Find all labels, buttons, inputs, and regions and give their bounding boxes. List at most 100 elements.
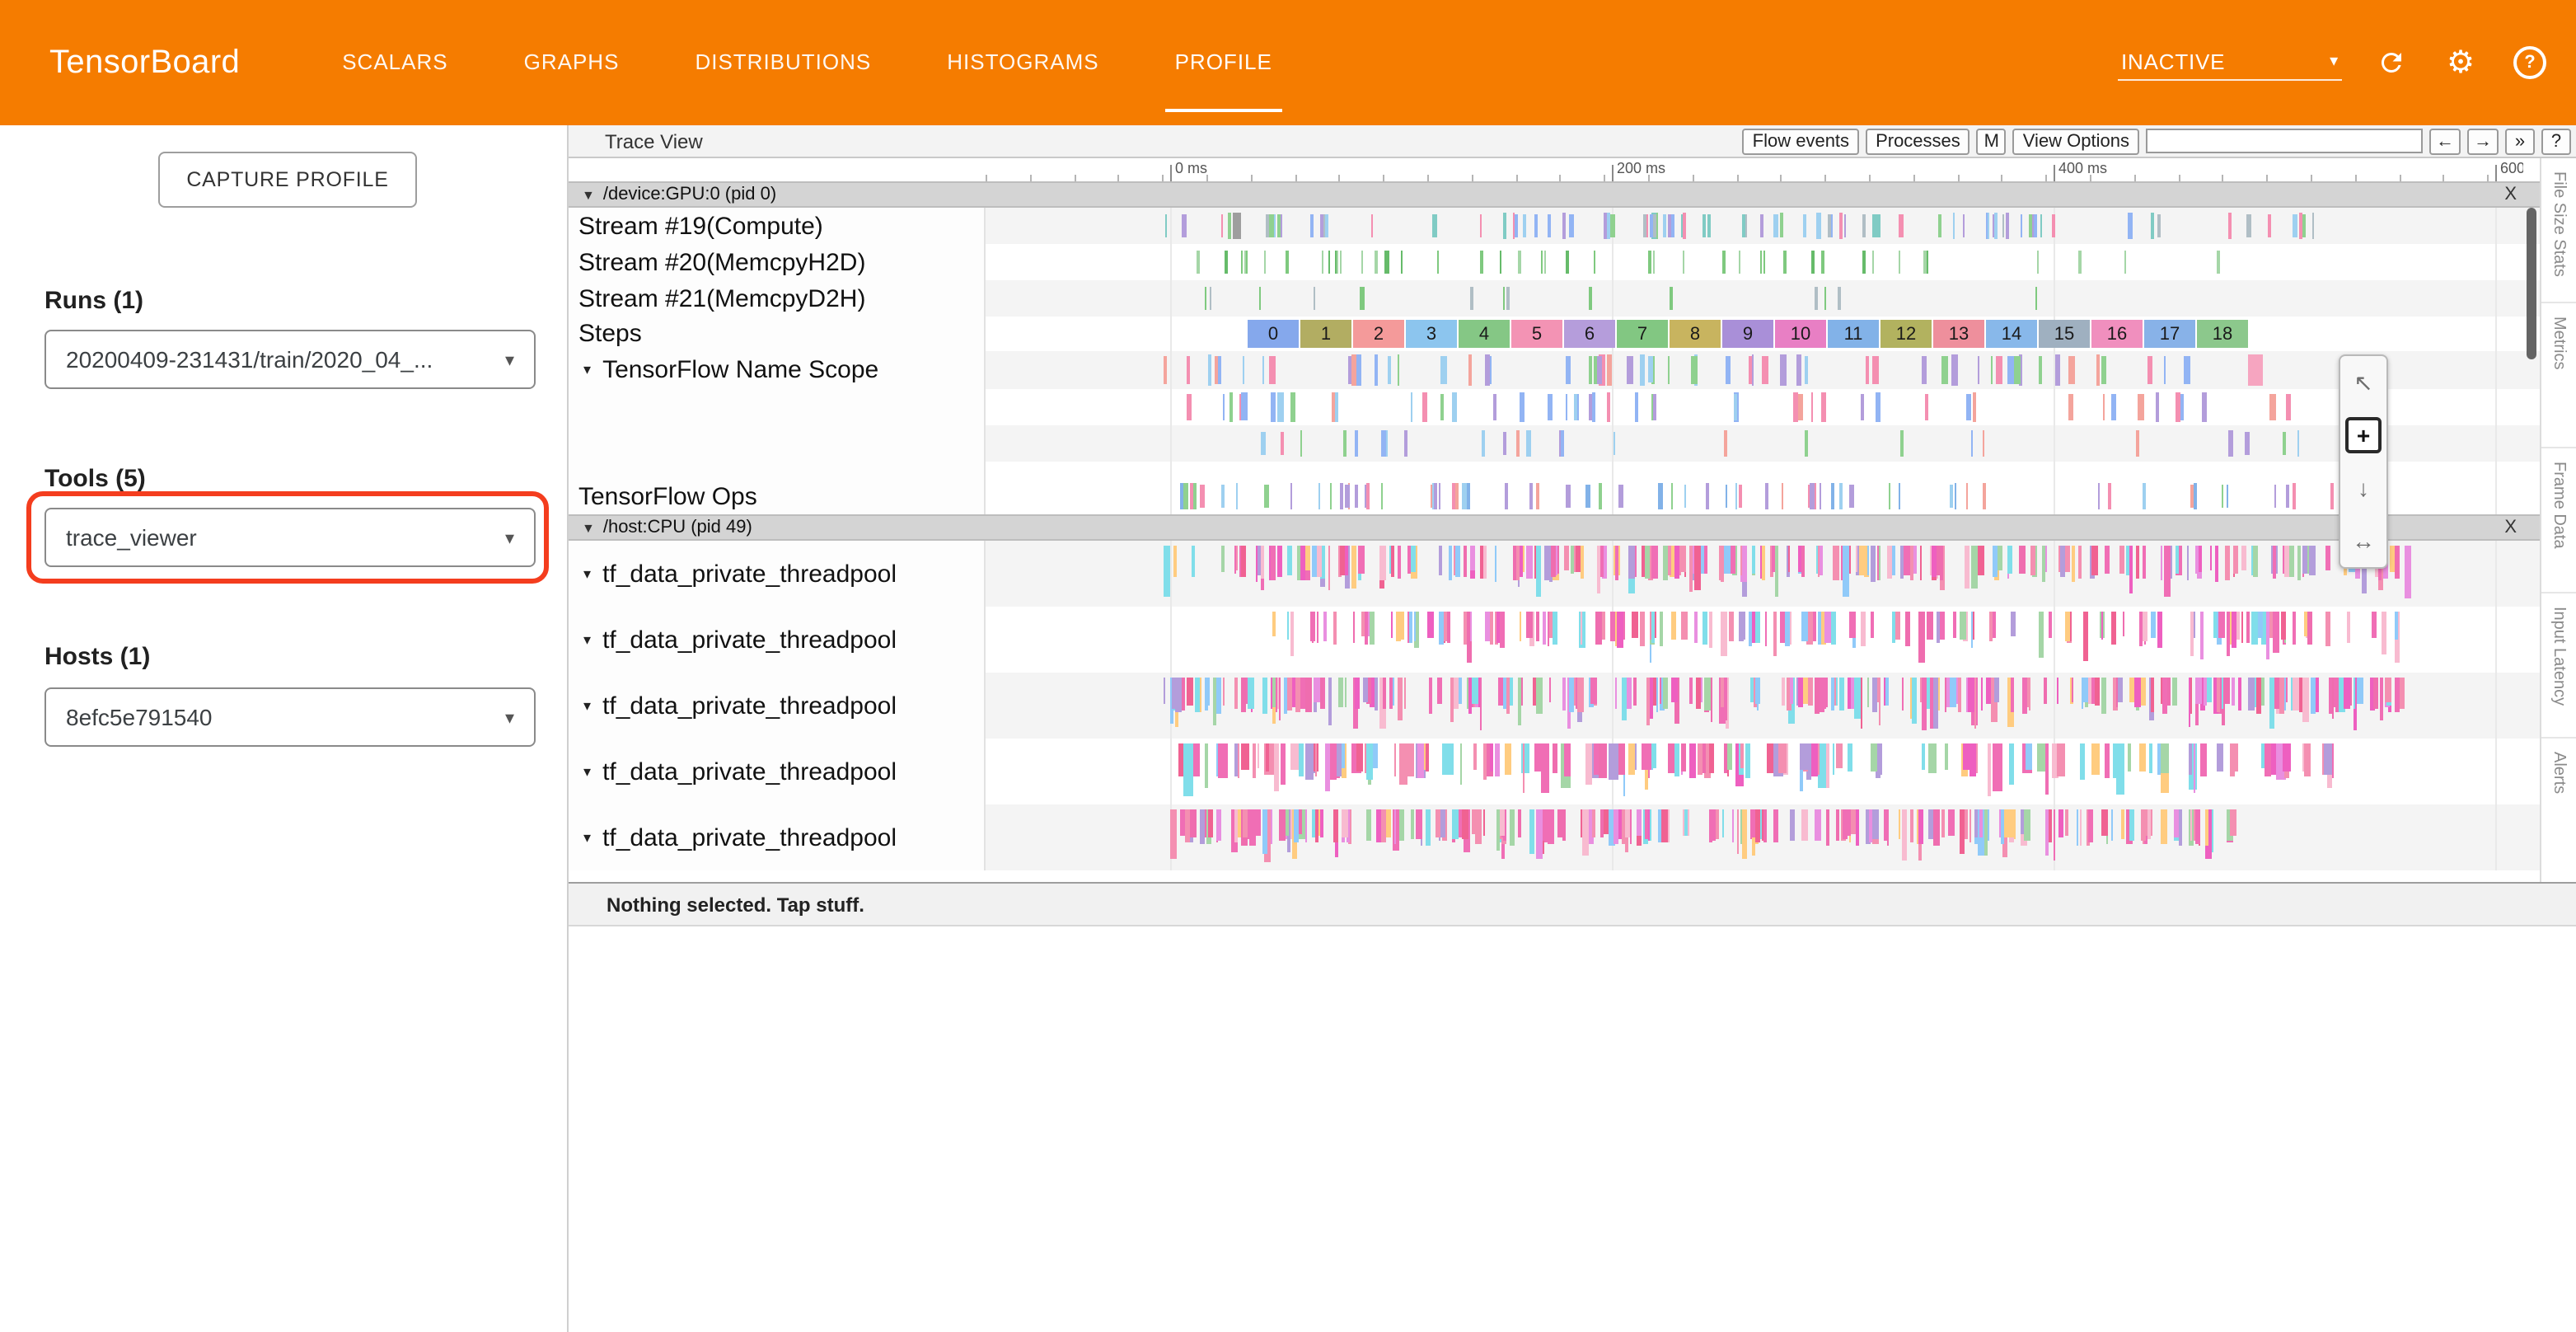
trace-event[interactable]	[1689, 678, 1693, 704]
trace-event[interactable]	[1522, 743, 1525, 792]
trace-event[interactable]	[2079, 809, 2081, 846]
trace-event[interactable]	[2077, 809, 2079, 846]
trace-event[interactable]	[1250, 809, 1256, 846]
trace-event[interactable]	[1860, 393, 1863, 421]
trace-event[interactable]	[1828, 214, 1831, 237]
trace-event[interactable]	[1688, 743, 1695, 778]
chevron-down-icon[interactable]: ▾	[583, 696, 591, 715]
trace-event[interactable]	[1861, 612, 1866, 646]
trace-event[interactable]	[1904, 546, 1908, 571]
trace-event[interactable]	[1955, 483, 1957, 509]
trace-event[interactable]	[1290, 392, 1295, 421]
trace-event[interactable]	[1333, 612, 1337, 645]
trace-event[interactable]	[1710, 743, 1714, 773]
chevron-down-icon[interactable]: ▾	[583, 828, 591, 847]
trace-event[interactable]	[1684, 485, 1685, 508]
trace-event[interactable]	[1871, 743, 1877, 772]
trace-event[interactable]	[1411, 546, 1417, 573]
trace-event[interactable]	[2236, 612, 2241, 640]
trace-event[interactable]	[1400, 251, 1403, 274]
trace-event[interactable]	[1885, 678, 1889, 706]
trace-event[interactable]	[1608, 213, 1610, 239]
trace-event[interactable]	[1857, 546, 1858, 573]
trace-event[interactable]	[1585, 743, 1591, 786]
trace-event[interactable]	[1220, 546, 1225, 572]
trace-event[interactable]	[1660, 612, 1662, 646]
trace-event[interactable]	[1628, 546, 1635, 579]
trace-event[interactable]	[1221, 213, 1224, 238]
trace-event[interactable]	[1603, 612, 1605, 640]
trace-event[interactable]	[1526, 430, 1531, 457]
trace-event[interactable]	[1411, 809, 1415, 840]
trace-event[interactable]	[1398, 354, 1399, 385]
trace-event[interactable]	[1740, 484, 1741, 508]
trace-event[interactable]	[2009, 743, 2014, 786]
trace-event[interactable]	[1551, 546, 1557, 577]
scrollbar-thumb[interactable]	[2527, 208, 2536, 359]
trace-event[interactable]	[2163, 678, 2166, 714]
trace-event[interactable]	[1877, 546, 1880, 580]
trace-event[interactable]	[1354, 678, 1360, 708]
trace-event[interactable]	[1670, 287, 1673, 309]
vertical-scrollbar[interactable]	[2523, 181, 2540, 882]
trace-event[interactable]	[1184, 483, 1188, 509]
trace-event[interactable]	[1506, 288, 1509, 309]
trace-event[interactable]	[2310, 678, 2316, 714]
trace-event[interactable]	[2190, 612, 2193, 656]
metrics-m-button[interactable]: M	[1977, 128, 2007, 154]
trace-event[interactable]	[1721, 678, 1724, 706]
trace-event[interactable]	[1942, 356, 1948, 384]
step-block[interactable]: 9	[1722, 320, 1773, 348]
trace-event[interactable]	[2102, 395, 2105, 420]
trace-event[interactable]	[1992, 612, 1995, 639]
trace-event[interactable]	[1869, 809, 1871, 842]
trace-event[interactable]	[1918, 809, 1923, 844]
trace-event[interactable]	[2121, 809, 2124, 839]
trace-event[interactable]	[1263, 678, 1267, 713]
trace-event[interactable]	[1184, 809, 1189, 842]
track-row-lane[interactable]	[986, 739, 2540, 804]
trace-event[interactable]	[2021, 213, 2023, 238]
trace-event[interactable]	[1163, 678, 1164, 704]
trace-event[interactable]	[1598, 355, 1602, 385]
trace-event[interactable]	[2038, 357, 2042, 383]
trace-event[interactable]	[2091, 678, 2096, 705]
track-row-lane[interactable]	[986, 425, 2540, 462]
trace-event[interactable]	[1939, 213, 1942, 238]
trace-event[interactable]	[2268, 214, 2270, 238]
trace-event[interactable]	[1446, 612, 1451, 642]
side-tab-frame-data[interactable]: Frame Data	[2541, 448, 2576, 593]
trace-event[interactable]	[2049, 612, 2052, 639]
trace-event[interactable]	[2065, 546, 2071, 573]
trace-event[interactable]	[1593, 393, 1596, 422]
trace-event[interactable]	[1175, 678, 1182, 713]
trace-event[interactable]	[2233, 546, 2238, 573]
trace-event[interactable]	[1660, 678, 1662, 704]
trace-event[interactable]	[1593, 809, 1596, 837]
trace-event[interactable]	[2142, 483, 2145, 510]
trace-event[interactable]	[2221, 484, 2223, 509]
trace-event[interactable]	[1891, 546, 1895, 575]
trace-event[interactable]	[1763, 809, 1766, 842]
trace-event[interactable]	[1993, 743, 2002, 791]
trace-event[interactable]	[1673, 678, 1677, 702]
trace-event[interactable]	[1290, 612, 1294, 656]
trace-event[interactable]	[1704, 678, 1710, 710]
side-tab-metrics[interactable]: Metrics	[2541, 303, 2576, 448]
trace-event[interactable]	[2039, 612, 2043, 659]
trace-event[interactable]	[1984, 484, 1986, 509]
trace-event[interactable]	[1970, 430, 1973, 456]
trace-event[interactable]	[1924, 393, 1927, 421]
trace-event[interactable]	[1544, 546, 1549, 579]
trace-event[interactable]	[1705, 484, 1709, 509]
trace-event[interactable]	[1234, 809, 1237, 842]
trace-event[interactable]	[1672, 214, 1674, 237]
trace-event[interactable]	[1271, 392, 1276, 422]
trace-event[interactable]	[1434, 484, 1438, 509]
trace-event[interactable]	[1534, 743, 1543, 772]
trace-event[interactable]	[2188, 678, 2190, 726]
process-section-header[interactable]: ▼/device:GPU:0 (pid 0)X	[569, 181, 2540, 208]
trace-event[interactable]	[1341, 251, 1342, 274]
trace-event[interactable]	[2137, 430, 2139, 457]
trace-event[interactable]	[1703, 612, 1707, 645]
